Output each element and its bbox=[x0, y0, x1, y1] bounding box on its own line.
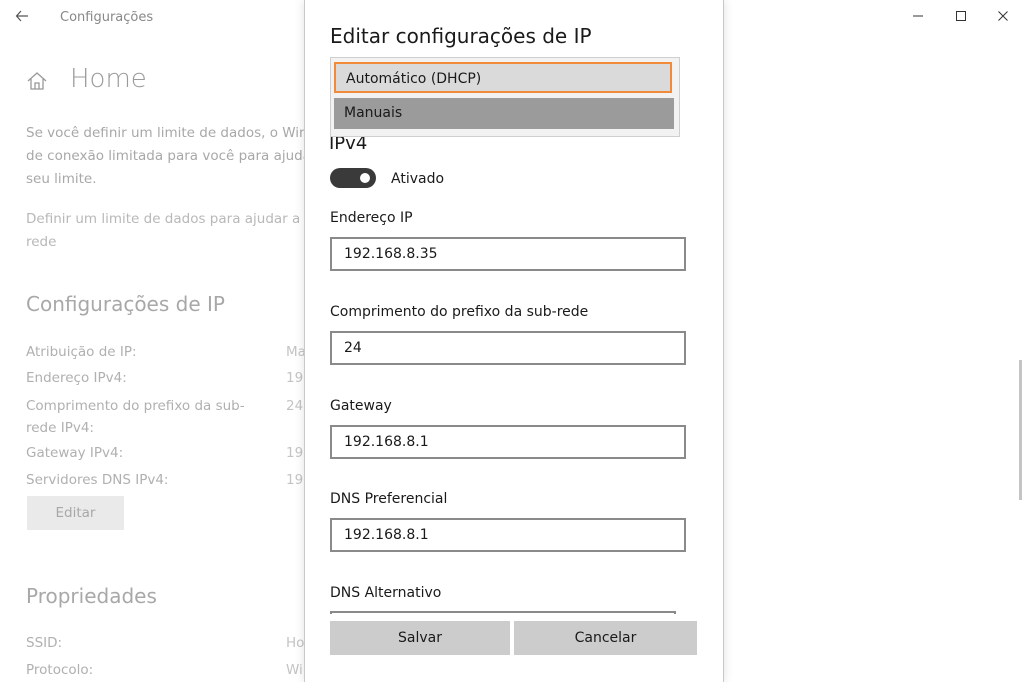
prop-label: SSID: bbox=[26, 635, 63, 651]
prop-label: Gateway IPv4: bbox=[26, 445, 124, 461]
gateway-label: Gateway bbox=[330, 398, 392, 414]
link-line: Definir um limite de dados para ajudar a… bbox=[26, 211, 313, 227]
prop-label: Endereço IPv4: bbox=[26, 370, 127, 386]
ip-mode-dropdown[interactable]: Automático (DHCP) Manuais bbox=[330, 57, 680, 137]
maximize-icon bbox=[956, 11, 966, 21]
arrow-left-icon bbox=[15, 10, 28, 22]
minimize-button[interactable] bbox=[895, 4, 941, 28]
link-line: rede bbox=[26, 234, 57, 250]
toggle-label: Ativado bbox=[391, 171, 445, 187]
prop-label: Comprimento do prefixo da sub-rede IPv4: bbox=[26, 398, 245, 436]
edit-button[interactable]: Editar bbox=[27, 496, 124, 530]
preferred-dns-input[interactable]: 192.168.8.1 bbox=[330, 518, 686, 552]
ip-address-label: Endereço IP bbox=[330, 210, 413, 226]
preferred-dns-label: DNS Preferencial bbox=[330, 491, 448, 507]
close-button[interactable] bbox=[980, 4, 1024, 28]
alternate-dns-label: DNS Alternativo bbox=[330, 585, 442, 601]
back-button[interactable] bbox=[8, 4, 36, 28]
prop-label: Protocolo: bbox=[26, 662, 94, 678]
properties-heading: Propriedades bbox=[26, 584, 157, 608]
minimize-icon bbox=[913, 15, 923, 17]
save-button[interactable]: Salvar bbox=[330, 621, 510, 655]
info-line: Se você definir um limite de dados, o Wi… bbox=[26, 125, 308, 141]
info-line: seu limite. bbox=[26, 171, 97, 187]
ip-settings-heading: Configurações de IP bbox=[26, 292, 225, 316]
data-limit-info: Se você definir um limite de dados, o Wi… bbox=[26, 122, 316, 191]
dialog-title: Editar configurações de IP bbox=[330, 24, 592, 48]
dropdown-option-manual[interactable]: Manuais bbox=[334, 98, 674, 129]
prefix-length-label: Comprimento do prefixo da sub-rede bbox=[330, 304, 589, 320]
data-limit-link[interactable]: Definir um limite de dados para ajudar a… bbox=[26, 208, 316, 254]
close-icon bbox=[998, 11, 1008, 21]
prop-label: Servidores DNS IPv4: bbox=[26, 472, 169, 488]
app-title: Configurações bbox=[60, 10, 154, 25]
dropdown-option-dhcp[interactable]: Automático (DHCP) bbox=[334, 62, 672, 93]
maximize-button[interactable] bbox=[938, 4, 984, 28]
settings-window: Configurações Home Se você definir um li… bbox=[0, 0, 1024, 682]
home-title: Home bbox=[70, 64, 147, 94]
home-icon bbox=[27, 72, 47, 90]
ipv4-toggle[interactable] bbox=[330, 168, 376, 188]
toggle-knob bbox=[360, 173, 370, 183]
scrollbar[interactable] bbox=[1019, 360, 1022, 500]
info-line: de conexão limitada para você para ajudá bbox=[26, 148, 311, 164]
prefix-length-input[interactable]: 24 bbox=[330, 331, 686, 365]
ip-address-input[interactable]: 192.168.8.35 bbox=[330, 237, 686, 271]
edit-ip-dialog: Editar configurações de IP IPv4 Ativado … bbox=[304, 0, 724, 682]
prop-label: Atribuição de IP: bbox=[26, 344, 137, 360]
cancel-button[interactable]: Cancelar bbox=[514, 621, 697, 655]
dialog-button-bar: Salvar Cancelar bbox=[305, 614, 723, 682]
gateway-input[interactable]: 192.168.8.1 bbox=[330, 425, 686, 459]
